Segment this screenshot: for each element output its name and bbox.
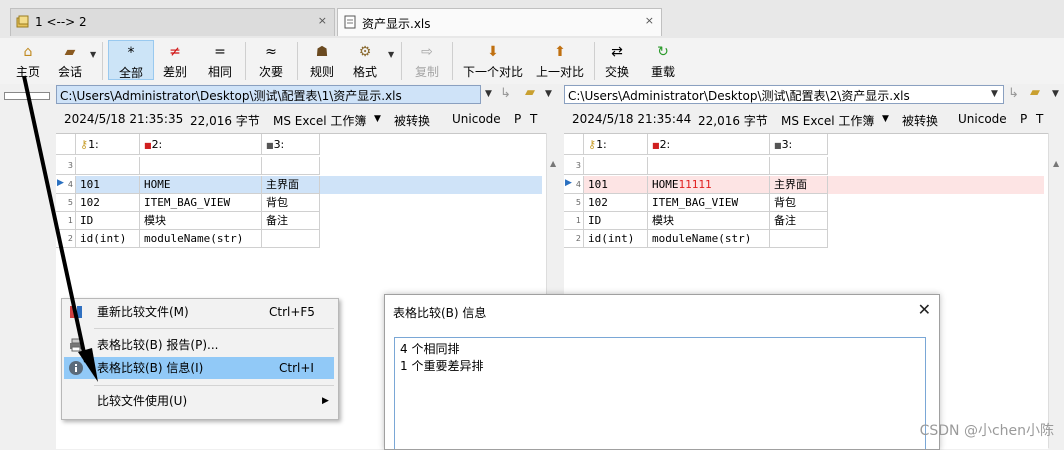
info-dialog: 表格比较(B) 信息 ✕ 4 个相同排 1 个重要差异排 <box>384 294 940 450</box>
dialog-title: 表格比较(B) 信息 <box>393 306 487 320</box>
info-line: 4 个相同排 <box>400 342 460 356</box>
info-line: 1 个重要差异排 <box>400 359 484 373</box>
dialog-text-area[interactable]: 4 个相同排 1 个重要差异排 <box>394 337 926 449</box>
close-icon[interactable]: ✕ <box>918 300 931 319</box>
watermark: CSDN @小chen小陈 <box>919 423 1054 439</box>
